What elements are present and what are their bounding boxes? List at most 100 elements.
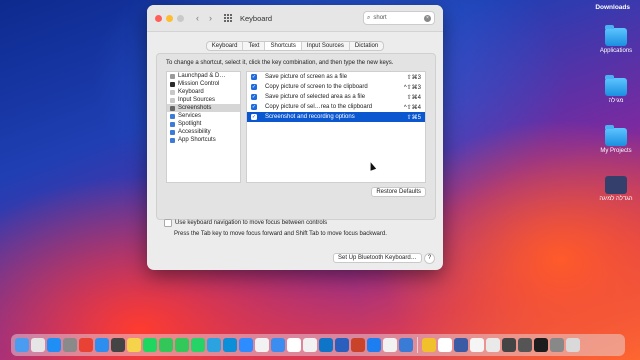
category-icon <box>170 81 175 87</box>
shortcut-keys[interactable]: ⇧⌘5 <box>395 114 421 121</box>
category-item[interactable]: Input Sources <box>167 96 240 104</box>
category-label: Keyboard <box>178 89 204 95</box>
desktop-icon-folder-2[interactable]: מגילה <box>594 75 638 104</box>
category-icon <box>170 113 175 119</box>
shortcut-row[interactable]: ✓ Copy picture of sel…rea to the clipboar… <box>247 102 425 112</box>
tab-text[interactable]: Text <box>243 42 266 50</box>
help-button[interactable]: ? <box>424 253 435 264</box>
dock-app-icon[interactable] <box>111 338 125 352</box>
shortcut-checkbox[interactable]: ✓ <box>251 104 257 110</box>
forward-icon[interactable]: › <box>209 13 212 23</box>
dock-app-icon[interactable] <box>335 338 349 352</box>
shortcut-checkbox[interactable]: ✓ <box>251 94 257 100</box>
category-item[interactable]: Keyboard <box>167 88 240 96</box>
tab-bar: Keyboard Text Shortcuts Input Sources Di… <box>205 41 385 51</box>
category-item[interactable]: Screenshots <box>167 104 240 112</box>
zoom-button[interactable] <box>177 14 184 22</box>
desktop-icon-image[interactable]: הגדלה למיגה <box>594 176 638 202</box>
downloads-label[interactable]: Downloads <box>595 4 630 11</box>
dock-app-icon[interactable] <box>175 338 189 352</box>
dock-item-icon[interactable] <box>438 338 452 352</box>
image-icon <box>605 176 627 194</box>
dock-app-icon[interactable] <box>47 338 61 352</box>
category-label: Launchpad & D… <box>178 73 226 79</box>
dock-app-icon[interactable] <box>351 338 365 352</box>
shortcut-keys[interactable]: ^⇧⌘4 <box>395 104 421 111</box>
desktop-icon-my-projects[interactable]: My Projects <box>594 125 638 154</box>
search-input[interactable]: short <box>373 15 386 21</box>
dock-item-icon[interactable] <box>486 338 500 352</box>
dock-item-icon[interactable] <box>534 338 548 352</box>
dock-app-icon[interactable] <box>223 338 237 352</box>
shortcut-list[interactable]: ✓ Save picture of screen as a file ⇧⌘3 ✓ Cop… <box>246 71 426 183</box>
shortcut-label: Save picture of selected area as a file <box>265 94 366 100</box>
category-item[interactable]: Accessibility <box>167 128 240 136</box>
clear-search-icon[interactable]: × <box>424 14 431 22</box>
dock-app-icon[interactable] <box>271 338 285 352</box>
dock-app-icon[interactable] <box>239 338 253 352</box>
category-label: Screenshots <box>178 105 212 111</box>
dock-item-icon[interactable] <box>422 338 436 352</box>
shortcut-keys[interactable]: ^⇧⌘3 <box>395 84 421 91</box>
keyboard-navigation-row[interactable]: Use keyboard navigation to move focus be… <box>164 219 327 227</box>
search-field[interactable]: ⌕ short × <box>363 11 435 25</box>
category-item[interactable]: Spotlight <box>167 120 240 128</box>
folder-icon <box>605 125 627 146</box>
category-list[interactable]: Launchpad & D… Mission Control Keyboard Inp… <box>166 71 241 183</box>
category-icon <box>170 97 175 103</box>
dock-app-icon[interactable] <box>31 338 45 352</box>
dock-item-icon[interactable] <box>502 338 516 352</box>
dock-app-icon[interactable] <box>207 338 221 352</box>
dock-app-icon[interactable] <box>367 338 381 352</box>
category-item[interactable]: App Shortcuts <box>167 136 240 144</box>
dock-item-icon[interactable] <box>550 338 564 352</box>
tab-dictation[interactable]: Dictation <box>350 42 383 50</box>
dock-item-icon[interactable] <box>470 338 484 352</box>
category-item[interactable]: Services <box>167 112 240 120</box>
shortcut-checkbox[interactable]: ✓ <box>251 74 257 80</box>
close-button[interactable] <box>155 14 162 22</box>
dock-app-icon[interactable] <box>159 338 173 352</box>
category-label: Services <box>178 113 202 119</box>
restore-defaults-button[interactable]: Restore Defaults <box>371 187 426 197</box>
category-item[interactable]: Launchpad & D… <box>167 72 240 80</box>
folder-icon <box>605 25 627 46</box>
dock-app-icon[interactable] <box>191 338 205 352</box>
shortcut-row[interactable]: ✓ Screenshot and recording options ⇧⌘5 <box>247 112 425 122</box>
dock-app-icon[interactable] <box>63 338 77 352</box>
keyboard-navigation-checkbox[interactable] <box>164 219 172 227</box>
folder-icon <box>605 75 627 96</box>
dock-item-icon[interactable] <box>454 338 468 352</box>
dock-app-icon[interactable] <box>399 338 413 352</box>
set-up-bluetooth-keyboard-button[interactable]: Set Up Bluetooth Keyboard… <box>333 253 422 263</box>
category-icon <box>170 137 175 143</box>
shortcut-keys[interactable]: ⇧⌘4 <box>395 94 421 101</box>
trash-icon[interactable] <box>566 338 580 352</box>
shortcut-row[interactable]: ✓ Copy picture of screen to the clipboard… <box>247 82 425 92</box>
desktop-icon-applications[interactable]: Applications <box>594 25 638 54</box>
dock-item-icon[interactable] <box>518 338 532 352</box>
dock-app-icon[interactable] <box>143 338 157 352</box>
category-item[interactable]: Mission Control <box>167 80 240 88</box>
minimize-button[interactable] <box>166 14 173 22</box>
dock-app-icon[interactable] <box>303 338 317 352</box>
show-all-grid-icon[interactable] <box>224 14 232 22</box>
back-icon[interactable]: ‹ <box>196 13 199 23</box>
dock-app-icon[interactable] <box>255 338 269 352</box>
tab-input-sources[interactable]: Input Sources <box>302 42 350 50</box>
shortcut-keys[interactable]: ⇧⌘3 <box>395 74 421 81</box>
shortcut-checkbox[interactable]: ✓ <box>251 114 257 120</box>
shortcut-checkbox[interactable]: ✓ <box>251 84 257 90</box>
dock-app-icon[interactable] <box>79 338 93 352</box>
shortcut-row[interactable]: ✓ Save picture of screen as a file ⇧⌘3 <box>247 72 425 82</box>
dock-app-icon[interactable] <box>15 338 29 352</box>
dock-app-icon[interactable] <box>319 338 333 352</box>
dock-app-icon[interactable] <box>127 338 141 352</box>
dock-app-icon[interactable] <box>95 338 109 352</box>
dock-app-icon[interactable] <box>383 338 397 352</box>
tab-shortcuts[interactable]: Shortcuts <box>265 42 302 50</box>
shortcut-row[interactable]: ✓ Save picture of selected area as a file… <box>247 92 425 102</box>
tab-keyboard[interactable]: Keyboard <box>207 42 244 50</box>
category-label: Input Sources <box>178 97 216 103</box>
dock-app-icon[interactable] <box>287 338 301 352</box>
